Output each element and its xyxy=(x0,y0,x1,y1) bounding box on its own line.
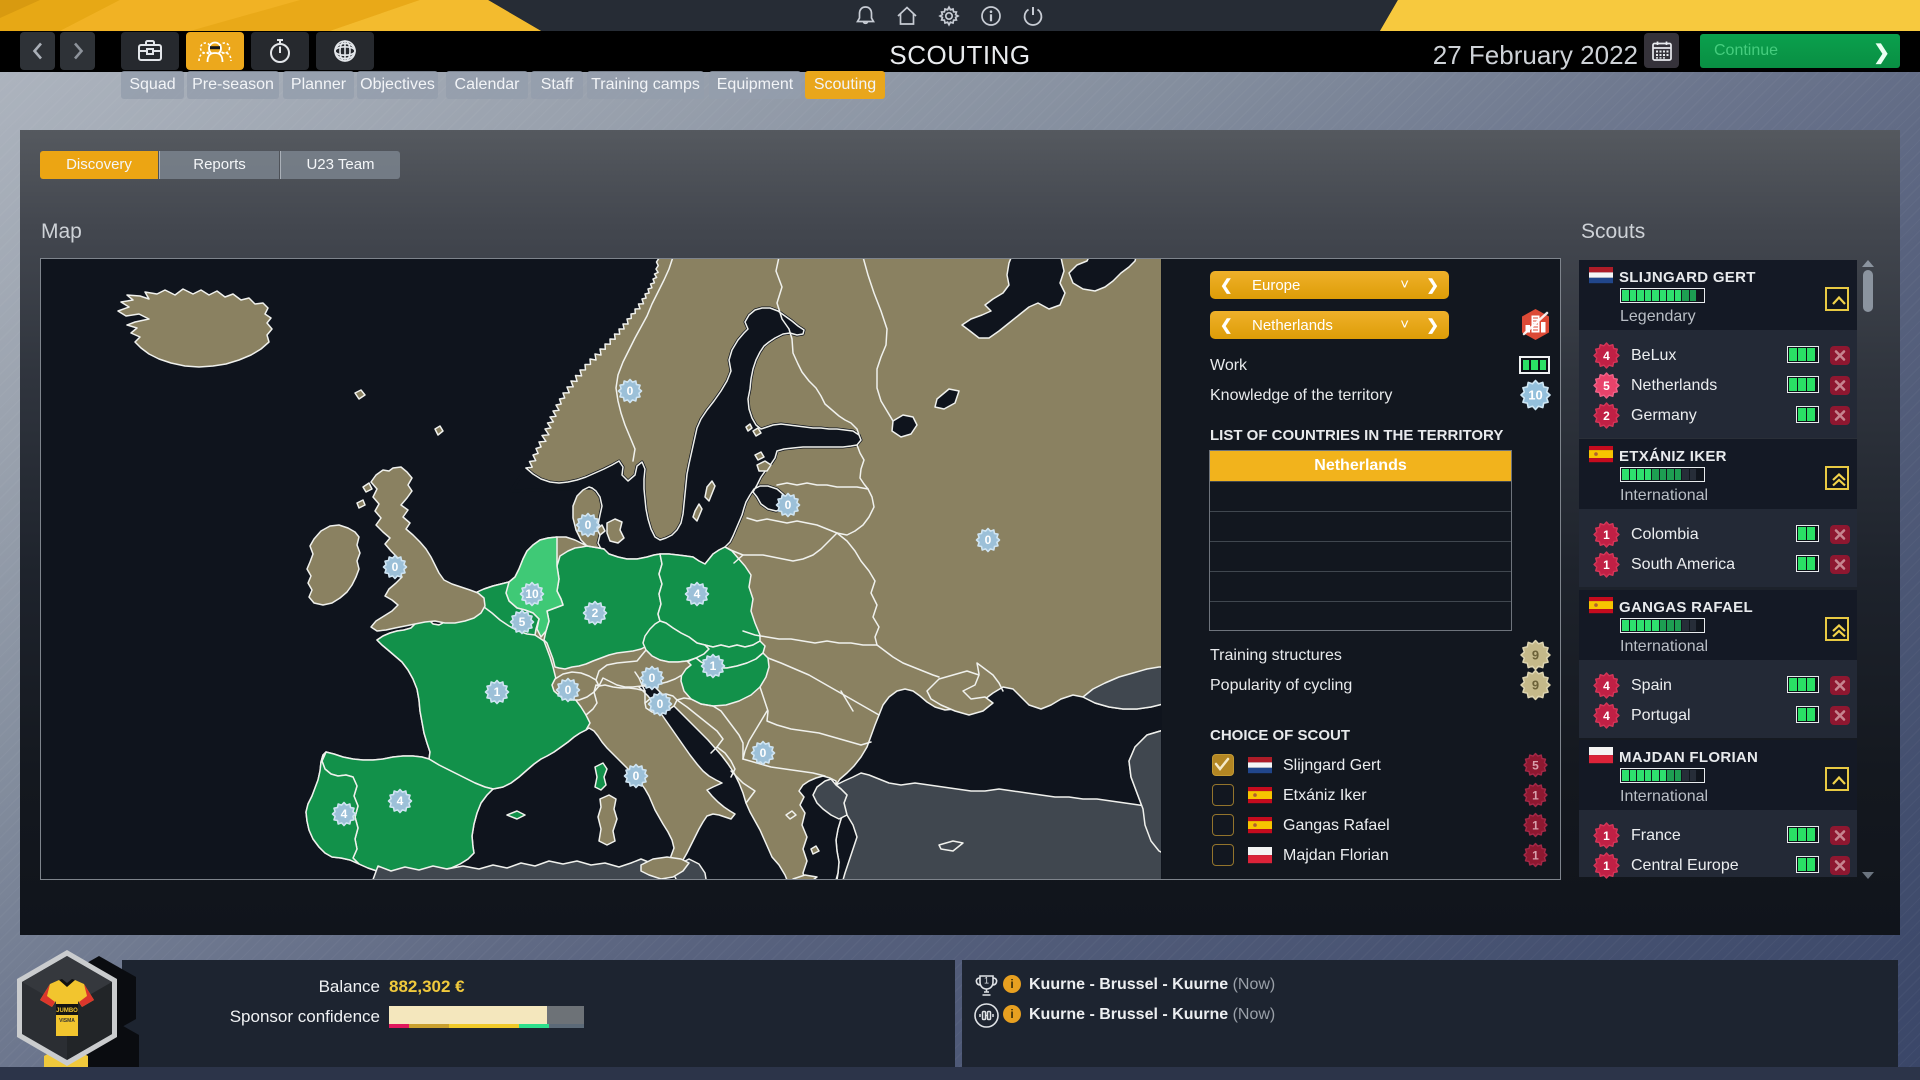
svg-text:1: 1 xyxy=(1603,528,1610,542)
svg-text:0: 0 xyxy=(392,560,399,574)
svg-text:1: 1 xyxy=(1603,859,1610,873)
svg-text:0: 0 xyxy=(627,384,634,398)
svg-text:1: 1 xyxy=(1532,818,1539,832)
svg-text:1: 1 xyxy=(494,685,501,699)
svg-text:4: 4 xyxy=(341,807,348,821)
svg-text:0: 0 xyxy=(760,746,767,760)
svg-text:10: 10 xyxy=(525,587,539,601)
svg-text:4: 4 xyxy=(1603,709,1610,723)
svg-text:0: 0 xyxy=(633,769,640,783)
svg-text:0: 0 xyxy=(649,671,656,685)
svg-text:VISMA: VISMA xyxy=(59,1018,75,1024)
svg-text:0: 0 xyxy=(585,518,592,532)
svg-text:4: 4 xyxy=(1603,349,1610,363)
svg-text:JUMBO: JUMBO xyxy=(56,1008,78,1014)
svg-text:1: 1 xyxy=(1532,848,1539,862)
svg-text:1: 1 xyxy=(710,659,717,673)
svg-text:0: 0 xyxy=(985,533,992,547)
svg-text:5: 5 xyxy=(1603,379,1610,393)
svg-text:2: 2 xyxy=(1603,409,1610,423)
svg-text:0: 0 xyxy=(657,697,664,711)
svg-text:1: 1 xyxy=(1532,788,1539,802)
svg-text:2: 2 xyxy=(592,606,599,620)
svg-text:1: 1 xyxy=(1603,558,1610,572)
svg-text:4: 4 xyxy=(694,587,701,601)
svg-text:9: 9 xyxy=(1532,648,1539,663)
svg-text:5: 5 xyxy=(1532,758,1539,772)
svg-text:10: 10 xyxy=(1528,388,1542,403)
svg-text:5: 5 xyxy=(519,615,526,629)
svg-text:1: 1 xyxy=(984,976,989,986)
svg-text:0: 0 xyxy=(565,683,572,697)
svg-text:4: 4 xyxy=(397,794,404,808)
svg-text:0: 0 xyxy=(785,498,792,512)
svg-text:4: 4 xyxy=(1603,679,1610,693)
svg-text:9: 9 xyxy=(1532,678,1539,693)
svg-text:1: 1 xyxy=(1603,829,1610,843)
